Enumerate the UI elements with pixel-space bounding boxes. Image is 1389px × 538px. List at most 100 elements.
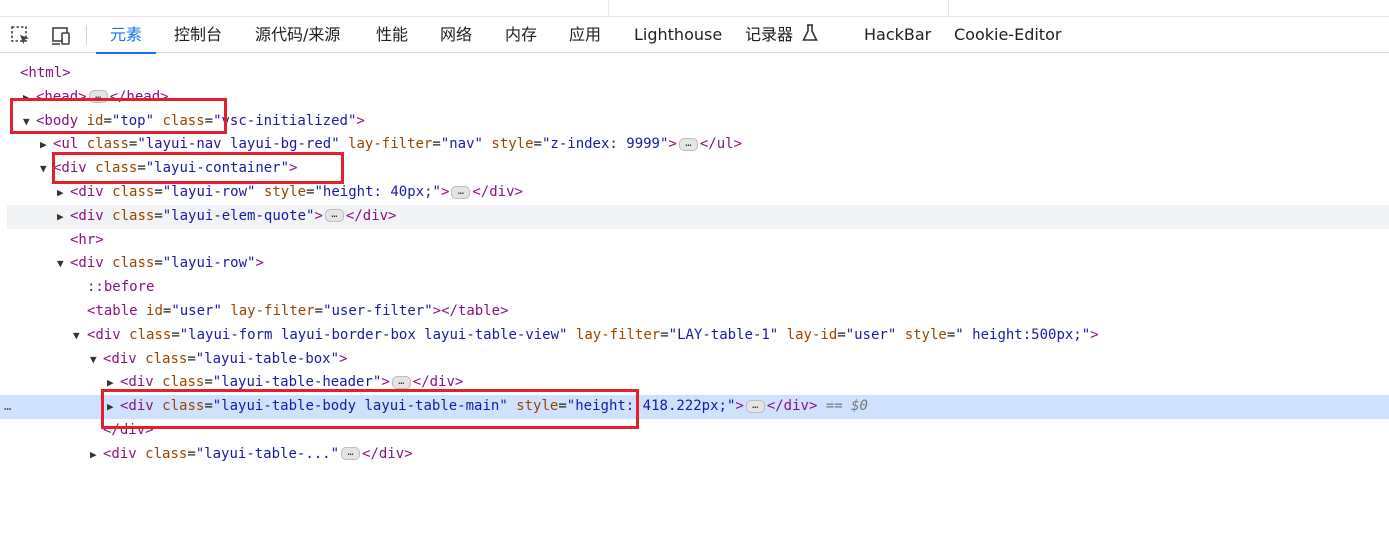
tag-end: >	[668, 136, 677, 153]
pseudo-element: ::before	[87, 279, 155, 296]
tag-end: >	[735, 398, 744, 415]
tag-end: >	[339, 350, 348, 367]
attr-value: "layui-nav layui-bg-red"	[137, 136, 340, 153]
attr-name: class	[145, 445, 188, 462]
attr-name: class	[112, 184, 155, 200]
attr-name: id	[146, 303, 163, 319]
tag-hr: <hr>	[70, 231, 104, 248]
expand-triangle-icon[interactable]: ▶	[90, 443, 97, 467]
expand-triangle-icon[interactable]: ▶	[57, 205, 64, 229]
dom-node-div-partial[interactable]: ▶ <div class="layui-table-..."… </div>	[0, 443, 1389, 467]
collapse-triangle-icon[interactable]: ▼	[57, 252, 64, 276]
attr-name: lay-filter	[575, 326, 661, 343]
collapse-triangle-icon[interactable]: ▼	[73, 324, 80, 348]
tag-open: <div	[70, 207, 104, 224]
attr-name: class	[129, 326, 172, 343]
attr-name: class	[162, 374, 205, 391]
attr-name: style	[904, 326, 947, 343]
attr-value: "nav"	[440, 136, 483, 153]
tag-open: <ul	[53, 136, 79, 153]
attr-name: style	[491, 136, 534, 153]
tag-close: </div>	[766, 398, 818, 415]
tag-end: ></table>	[432, 303, 509, 319]
tag-end: >	[255, 255, 264, 272]
attr-name: lay-filter	[348, 136, 433, 153]
dom-node-html[interactable]: <html>	[0, 62, 1389, 86]
attr-value: "vsc-initialized"	[213, 112, 357, 129]
tag-end: >	[356, 112, 365, 129]
attr-value: "layui-table-header"	[212, 374, 382, 391]
device-toolbar-icon[interactable]	[50, 25, 72, 47]
tag-open: <div	[120, 374, 154, 391]
top-strip	[0, 0, 1389, 16]
attr-value: "user-filter"	[323, 303, 433, 319]
attr-name: class	[112, 207, 155, 224]
dom-node-div-row[interactable]: ▼ <div class="layui-row">	[0, 252, 1389, 276]
tab-memory[interactable]: 内存	[505, 17, 537, 53]
attr-value: "z-index: 9999"	[541, 136, 669, 153]
attr-value: "LAY-table-1"	[668, 326, 779, 343]
top-strip-segment	[0, 0, 609, 16]
node-content: <div class="layui-row" style="height: 40…	[70, 184, 523, 200]
expand-triangle-icon[interactable]: ▶	[57, 181, 64, 205]
attr-name: class	[86, 136, 129, 153]
attr-value: "layui-table-..."	[195, 445, 340, 462]
attr-name: lay-id	[786, 326, 838, 343]
collapse-triangle-icon[interactable]: ▼	[40, 157, 47, 181]
tab-recorder[interactable]: 记录器	[745, 17, 818, 53]
tag-end: >	[381, 374, 390, 391]
tab-elements[interactable]: 元素	[95, 17, 157, 54]
dom-node-table[interactable]: <table id="user" lay-filter="user-filter…	[0, 300, 1389, 324]
attr-name: lay-filter	[230, 303, 315, 319]
tab-lighthouse[interactable]: Lighthouse	[634, 17, 722, 53]
ellipsis-button[interactable]: …	[391, 375, 411, 389]
attr-name: style	[263, 184, 307, 200]
node-content: <div class="layui-form layui-border-box …	[87, 326, 1099, 343]
attr-name: class	[112, 255, 155, 272]
tab-application[interactable]: 应用	[569, 17, 601, 53]
expand-triangle-icon[interactable]: ▶	[40, 133, 47, 157]
tag-close: </div>	[412, 374, 464, 391]
tab-console[interactable]: 控制台	[174, 17, 222, 53]
attr-value: "layui-elem-quote"	[162, 207, 315, 224]
tag-end: >	[314, 207, 323, 224]
attr-value: "layui-table-box"	[195, 350, 340, 367]
dom-node-div-table-box[interactable]: ▼ <div class="layui-table-box">	[0, 348, 1389, 372]
dom-node-div-table-view[interactable]: ▼ <div class="layui-form layui-border-bo…	[0, 324, 1389, 348]
tab-hackbar[interactable]: HackBar	[864, 17, 931, 53]
highlight-box-table-body	[101, 389, 639, 429]
tab-performance[interactable]: 性能	[376, 17, 408, 53]
dom-node-hr[interactable]: <hr>	[0, 229, 1389, 253]
tag-open: <div	[70, 255, 104, 272]
collapse-triangle-icon[interactable]: ▼	[90, 348, 97, 372]
node-menu-button[interactable]: …	[4, 395, 11, 419]
select-element-icon[interactable]	[10, 25, 32, 47]
dom-node-div-row[interactable]: ▶ <div class="layui-row" style="height: …	[0, 181, 1389, 205]
devtools-tab-bar: 元素 控制台 源代码/来源 性能 网络 内存 应用 Lighthouse 记录器…	[0, 16, 1389, 54]
attr-value: "layui-form layui-border-box layui-table…	[179, 326, 568, 343]
ellipsis-button[interactable]: …	[324, 209, 344, 223]
attr-value: " height:500px;"	[955, 326, 1091, 343]
tab-network[interactable]: 网络	[440, 17, 472, 53]
ellipsis-button[interactable]: …	[678, 137, 698, 151]
tag-open: <table	[87, 303, 138, 319]
ellipsis-button[interactable]: …	[451, 185, 471, 199]
highlight-box-container	[52, 152, 344, 184]
tab-separator	[86, 25, 87, 45]
selected-node-marker: == $0	[825, 398, 868, 415]
tag-end: >	[440, 184, 450, 200]
flask-icon	[802, 24, 818, 41]
ellipsis-button[interactable]: …	[745, 399, 765, 413]
node-content: <div class="layui-table-..."… </div>	[103, 445, 413, 462]
attr-value: "layui-row"	[162, 255, 256, 272]
tag-open: <div	[70, 184, 104, 200]
dom-node-div-quote[interactable]: ▶ <div class="layui-elem-quote">… </div>	[7, 204, 1389, 229]
tab-cookie-editor[interactable]: Cookie-Editor	[954, 17, 1061, 53]
tag-close: </ul>	[699, 136, 743, 153]
ellipsis-button[interactable]: …	[341, 447, 361, 461]
attr-value: "layui-row"	[162, 184, 256, 200]
tag-open: <div	[87, 326, 121, 343]
node-content: <div class="layui-row">	[70, 255, 264, 272]
tab-sources[interactable]: 源代码/来源	[255, 17, 340, 53]
dom-node-before[interactable]: ::before	[0, 276, 1389, 300]
